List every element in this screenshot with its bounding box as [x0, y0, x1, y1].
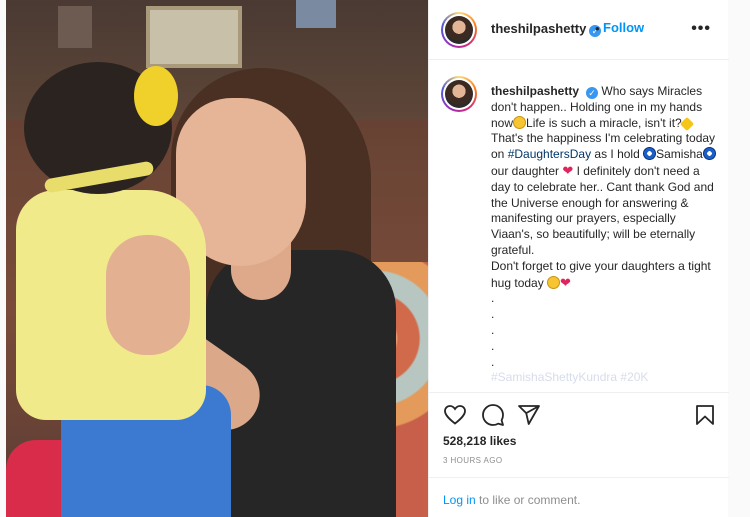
bookmark-icon[interactable] [693, 403, 717, 427]
follow-button[interactable]: Follow [603, 20, 644, 35]
caption-dots: . . . . . #SamishaShettyKundra #20K [491, 291, 717, 386]
heart-icon[interactable] [443, 403, 467, 427]
post-sidebar: theshilpashetty ✓ • Follow ••• theshilpas… [428, 0, 729, 517]
post-photo[interactable] [6, 0, 428, 517]
caption-cutoff: #SamishaShettyKundra #20K [491, 370, 649, 385]
login-link[interactable]: Log in [443, 493, 476, 507]
timestamp[interactable]: 3 HOURS AGO [443, 456, 503, 465]
login-prompt: Log in to like or comment. [429, 477, 729, 517]
smile-emoji-icon [513, 115, 527, 129]
wall-picture [146, 6, 242, 68]
red-heart-emoji-icon: ❤ [562, 162, 574, 178]
post-frame: theshilpashetty ✓ • Follow ••• theshilpas… [6, 0, 729, 517]
hashtag-link[interactable]: #DaughtersDay [508, 147, 591, 161]
red-heart-emoji-icon: ❤ [560, 274, 571, 290]
separator-dot: • [595, 21, 600, 36]
likes-count[interactable]: 528,218 likes [443, 434, 516, 448]
evil-eye-emoji-icon [702, 147, 716, 161]
username-link[interactable]: theshilpashetty ✓ [491, 21, 602, 37]
comment-icon[interactable] [481, 403, 505, 427]
more-options-icon[interactable]: ••• [691, 20, 711, 38]
caption-text: theshilpashetty ✓ Who says Miracles don't… [491, 84, 717, 386]
caption-username[interactable]: theshilpashetty [491, 84, 579, 98]
avatar[interactable] [441, 76, 477, 112]
post-header: theshilpashetty ✓ • Follow ••• [429, 0, 729, 60]
avatar[interactable] [441, 12, 477, 48]
share-icon[interactable] [517, 403, 541, 427]
hug-emoji-icon [547, 275, 561, 289]
action-bar: 528,218 likes 3 HOURS AGO Log in to like… [429, 392, 729, 512]
yellow-flower-headband [134, 66, 178, 126]
evil-eye-emoji-icon [643, 147, 657, 161]
verified-badge-icon: ✓ [586, 87, 599, 99]
caption-area: theshilpashetty ✓ Who says Miracles don't… [429, 60, 729, 390]
